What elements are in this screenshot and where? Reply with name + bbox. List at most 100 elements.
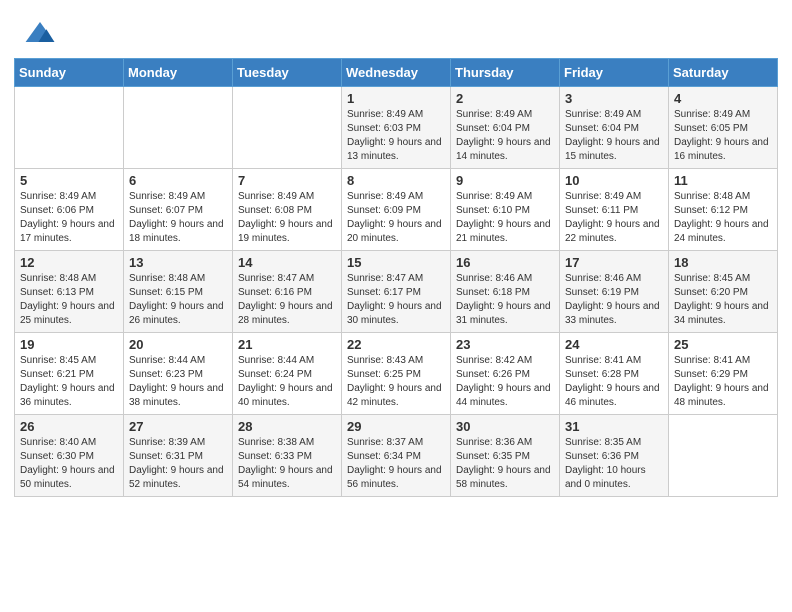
day-number-25: 25 <box>674 337 772 352</box>
weekday-header-friday: Friday <box>560 59 669 87</box>
day-number-17: 17 <box>565 255 663 270</box>
day-number-18: 18 <box>674 255 772 270</box>
header <box>0 0 792 58</box>
day-number-4: 4 <box>674 91 772 106</box>
day-info-23: Sunrise: 8:42 AM Sunset: 6:26 PM Dayligh… <box>456 354 554 410</box>
day-info-12: Sunrise: 8:48 AM Sunset: 6:13 PM Dayligh… <box>20 272 118 328</box>
calendar-table: SundayMondayTuesdayWednesdayThursdayFrid… <box>14 58 778 497</box>
day-info-21: Sunrise: 8:44 AM Sunset: 6:24 PM Dayligh… <box>238 354 336 410</box>
day-cell-23: 23 Sunrise: 8:42 AM Sunset: 6:26 PM Dayli… <box>451 333 560 415</box>
day-info-8: Sunrise: 8:49 AM Sunset: 6:09 PM Dayligh… <box>347 190 445 246</box>
day-cell-9: 9Sunrise: 8:49 AM Sunset: 6:10 PM Daylig… <box>451 169 560 251</box>
weekday-header-sunday: Sunday <box>15 59 124 87</box>
day-cell-12: 12 Sunrise: 8:48 AM Sunset: 6:13 PM Dayli… <box>15 251 124 333</box>
day-info-31: Sunrise: 8:35 AM Sunset: 6:36 PM Dayligh… <box>565 436 663 492</box>
day-number-14: 14 <box>238 255 336 270</box>
day-number-31: 31 <box>565 419 663 434</box>
day-info-28: Sunrise: 8:38 AM Sunset: 6:33 PM Dayligh… <box>238 436 336 492</box>
day-info-22: Sunrise: 8:43 AM Sunset: 6:25 PM Dayligh… <box>347 354 445 410</box>
day-number-12: 12 <box>20 255 118 270</box>
day-info-4: Sunrise: 8:49 AM Sunset: 6:05 PM Dayligh… <box>674 108 772 164</box>
day-cell-19: 19Sunrise: 8:45 AM Sunset: 6:21 PM Dayli… <box>15 333 124 415</box>
day-info-25: Sunrise: 8:41 AM Sunset: 6:29 PM Dayligh… <box>674 354 772 410</box>
calendar-body: 1 Sunrise: 8:49 AM Sunset: 6:03 PM Daylig… <box>15 87 778 497</box>
day-number-16: 16 <box>456 255 554 270</box>
day-cell-7: 7 Sunrise: 8:49 AM Sunset: 6:08 PM Daylig… <box>233 169 342 251</box>
day-info-30: Sunrise: 8:36 AM Sunset: 6:35 PM Dayligh… <box>456 436 554 492</box>
weekday-header-thursday: Thursday <box>451 59 560 87</box>
week-row-2: 5Sunrise: 8:49 AM Sunset: 6:06 PM Daylig… <box>15 169 778 251</box>
day-cell-26: 26 Sunrise: 8:40 AM Sunset: 6:30 PM Dayli… <box>15 415 124 497</box>
day-cell-24: 24Sunrise: 8:41 AM Sunset: 6:28 PM Dayli… <box>560 333 669 415</box>
day-info-6: Sunrise: 8:49 AM Sunset: 6:07 PM Dayligh… <box>129 190 227 246</box>
day-number-13: 13 <box>129 255 227 270</box>
day-info-27: Sunrise: 8:39 AM Sunset: 6:31 PM Dayligh… <box>129 436 227 492</box>
day-number-30: 30 <box>456 419 554 434</box>
day-number-6: 6 <box>129 173 227 188</box>
day-cell-14: 14 Sunrise: 8:47 AM Sunset: 6:16 PM Dayli… <box>233 251 342 333</box>
week-row-3: 12 Sunrise: 8:48 AM Sunset: 6:13 PM Dayli… <box>15 251 778 333</box>
day-cell-22: 22Sunrise: 8:43 AM Sunset: 6:25 PM Dayli… <box>342 333 451 415</box>
day-info-11: Sunrise: 8:48 AM Sunset: 6:12 PM Dayligh… <box>674 190 772 246</box>
day-info-10: Sunrise: 8:49 AM Sunset: 6:11 PM Dayligh… <box>565 190 663 246</box>
day-number-1: 1 <box>347 91 445 106</box>
week-row-4: 19Sunrise: 8:45 AM Sunset: 6:21 PM Dayli… <box>15 333 778 415</box>
day-info-26: Sunrise: 8:40 AM Sunset: 6:30 PM Dayligh… <box>20 436 118 492</box>
weekday-header-tuesday: Tuesday <box>233 59 342 87</box>
day-info-14: Sunrise: 8:47 AM Sunset: 6:16 PM Dayligh… <box>238 272 336 328</box>
day-info-18: Sunrise: 8:45 AM Sunset: 6:20 PM Dayligh… <box>674 272 772 328</box>
day-cell-13: 13 Sunrise: 8:48 AM Sunset: 6:15 PM Dayli… <box>124 251 233 333</box>
day-info-15: Sunrise: 8:47 AM Sunset: 6:17 PM Dayligh… <box>347 272 445 328</box>
day-number-23: 23 <box>456 337 554 352</box>
day-cell-18: 18 Sunrise: 8:45 AM Sunset: 6:20 PM Dayli… <box>669 251 778 333</box>
day-info-13: Sunrise: 8:48 AM Sunset: 6:15 PM Dayligh… <box>129 272 227 328</box>
day-cell-1: 1 Sunrise: 8:49 AM Sunset: 6:03 PM Daylig… <box>342 87 451 169</box>
day-cell-4: 4 Sunrise: 8:49 AM Sunset: 6:05 PM Daylig… <box>669 87 778 169</box>
day-info-9: Sunrise: 8:49 AM Sunset: 6:10 PM Dayligh… <box>456 190 554 246</box>
day-cell-3: 3Sunrise: 8:49 AM Sunset: 6:04 PM Daylig… <box>560 87 669 169</box>
logo <box>24 18 60 50</box>
day-cell-6: 6 Sunrise: 8:49 AM Sunset: 6:07 PM Daylig… <box>124 169 233 251</box>
day-cell-27: 27 Sunrise: 8:39 AM Sunset: 6:31 PM Dayli… <box>124 415 233 497</box>
day-info-7: Sunrise: 8:49 AM Sunset: 6:08 PM Dayligh… <box>238 190 336 246</box>
day-number-21: 21 <box>238 337 336 352</box>
day-cell-8: 8 Sunrise: 8:49 AM Sunset: 6:09 PM Daylig… <box>342 169 451 251</box>
empty-cell <box>669 415 778 497</box>
day-info-19: Sunrise: 8:45 AM Sunset: 6:21 PM Dayligh… <box>20 354 118 410</box>
day-info-24: Sunrise: 8:41 AM Sunset: 6:28 PM Dayligh… <box>565 354 663 410</box>
day-cell-11: 11 Sunrise: 8:48 AM Sunset: 6:12 PM Dayli… <box>669 169 778 251</box>
day-number-27: 27 <box>129 419 227 434</box>
day-number-26: 26 <box>20 419 118 434</box>
day-cell-2: 2Sunrise: 8:49 AM Sunset: 6:04 PM Daylig… <box>451 87 560 169</box>
weekday-header-wednesday: Wednesday <box>342 59 451 87</box>
day-cell-31: 31 Sunrise: 8:35 AM Sunset: 6:36 PM Dayli… <box>560 415 669 497</box>
day-number-7: 7 <box>238 173 336 188</box>
week-row-1: 1 Sunrise: 8:49 AM Sunset: 6:03 PM Daylig… <box>15 87 778 169</box>
empty-cell <box>15 87 124 169</box>
day-cell-10: 10 Sunrise: 8:49 AM Sunset: 6:11 PM Dayli… <box>560 169 669 251</box>
day-info-29: Sunrise: 8:37 AM Sunset: 6:34 PM Dayligh… <box>347 436 445 492</box>
day-number-8: 8 <box>347 173 445 188</box>
day-cell-15: 15Sunrise: 8:47 AM Sunset: 6:17 PM Dayli… <box>342 251 451 333</box>
day-number-10: 10 <box>565 173 663 188</box>
day-number-11: 11 <box>674 173 772 188</box>
day-cell-21: 21 Sunrise: 8:44 AM Sunset: 6:24 PM Dayli… <box>233 333 342 415</box>
day-cell-20: 20Sunrise: 8:44 AM Sunset: 6:23 PM Dayli… <box>124 333 233 415</box>
day-number-3: 3 <box>565 91 663 106</box>
calendar-wrapper: SundayMondayTuesdayWednesdayThursdayFrid… <box>0 58 792 511</box>
day-info-17: Sunrise: 8:46 AM Sunset: 6:19 PM Dayligh… <box>565 272 663 328</box>
page-container: SundayMondayTuesdayWednesdayThursdayFrid… <box>0 0 792 511</box>
day-cell-28: 28 Sunrise: 8:38 AM Sunset: 6:33 PM Dayli… <box>233 415 342 497</box>
weekday-row: SundayMondayTuesdayWednesdayThursdayFrid… <box>15 59 778 87</box>
calendar-header: SundayMondayTuesdayWednesdayThursdayFrid… <box>15 59 778 87</box>
day-cell-17: 17 Sunrise: 8:46 AM Sunset: 6:19 PM Dayli… <box>560 251 669 333</box>
day-cell-5: 5Sunrise: 8:49 AM Sunset: 6:06 PM Daylig… <box>15 169 124 251</box>
empty-cell <box>233 87 342 169</box>
day-number-5: 5 <box>20 173 118 188</box>
day-info-1: Sunrise: 8:49 AM Sunset: 6:03 PM Dayligh… <box>347 108 445 164</box>
day-cell-30: 30 Sunrise: 8:36 AM Sunset: 6:35 PM Dayli… <box>451 415 560 497</box>
day-number-28: 28 <box>238 419 336 434</box>
week-row-5: 26 Sunrise: 8:40 AM Sunset: 6:30 PM Dayli… <box>15 415 778 497</box>
day-info-20: Sunrise: 8:44 AM Sunset: 6:23 PM Dayligh… <box>129 354 227 410</box>
logo-icon <box>24 18 56 50</box>
